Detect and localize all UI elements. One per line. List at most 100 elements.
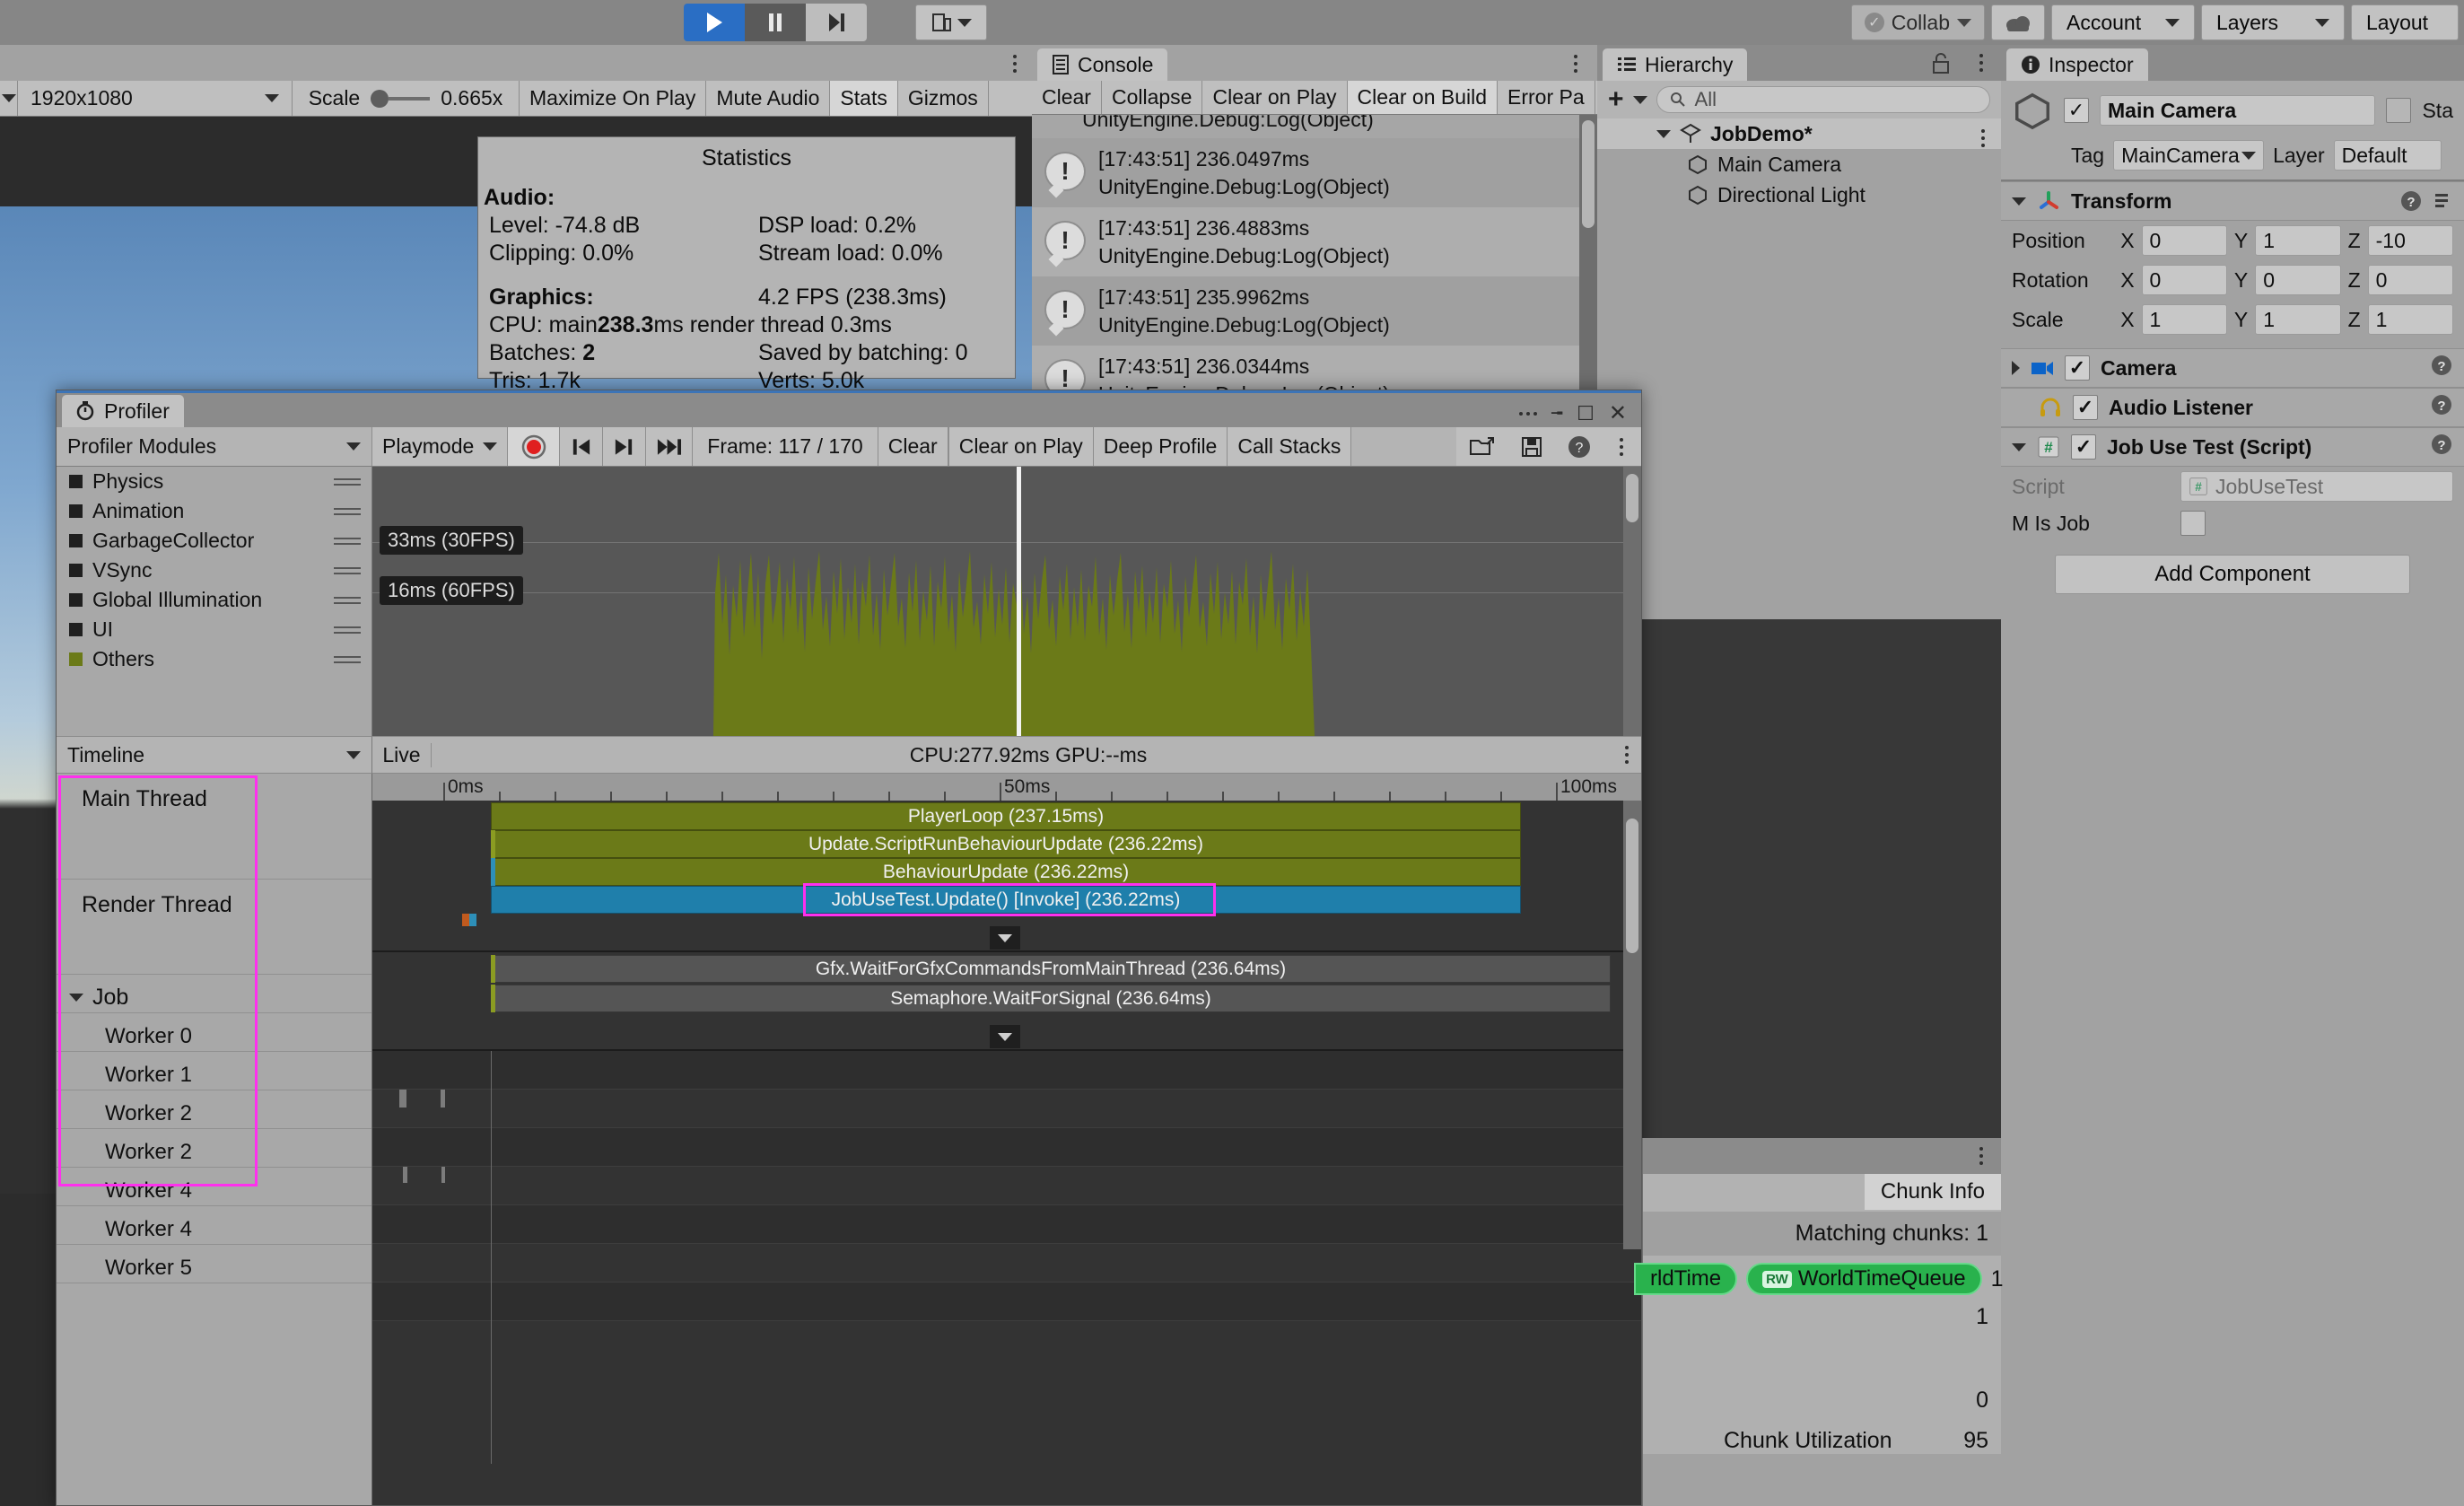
timeline-bar-gfxwait[interactable]: Gfx.WaitForGfxCommandsFromMainThread (23…: [491, 955, 1611, 983]
thread-name-worker-2b[interactable]: Worker 2: [57, 1129, 371, 1168]
layout-dropdown[interactable]: Layout: [2351, 4, 2459, 40]
module-physics[interactable]: Physics: [57, 467, 371, 496]
list-item[interactable]: ! [17:43:51] 236.0497ms UnityEngine.Debug…: [1032, 138, 1597, 207]
list-item[interactable]: ! [17:43:51] 235.9962ms UnityEngine.Debug…: [1032, 276, 1597, 346]
scale-handle[interactable]: [371, 89, 431, 108]
gizmos-button[interactable]: Gizmos: [897, 81, 989, 116]
step-button[interactable]: [806, 4, 867, 41]
tab-profiler[interactable]: Profiler: [62, 395, 184, 427]
scale-x-field[interactable]: 1: [2141, 304, 2227, 335]
timeline-row-worker-1[interactable]: [372, 1128, 1641, 1167]
component-header-camera[interactable]: ✓ Camera ?: [2001, 348, 2464, 388]
chevron-down-icon[interactable]: [2012, 197, 2026, 206]
prev-frame-button[interactable]: [603, 427, 647, 466]
live-button[interactable]: Live: [372, 742, 432, 767]
rotation-z-field[interactable]: 0: [2367, 265, 2453, 295]
console-scrollbar[interactable]: [1579, 115, 1597, 404]
module-garbagecollector[interactable]: GarbageCollector: [57, 526, 371, 556]
chevron-down-icon[interactable]: [2012, 442, 2026, 451]
chunk-component-row[interactable]: rldTime RW WorldTimeQueue 1: [1634, 1256, 2004, 1302]
scale-y-field[interactable]: 1: [2255, 304, 2341, 335]
add-component-button[interactable]: Add Component: [2055, 555, 2410, 594]
drag-handle-icon[interactable]: [334, 504, 361, 519]
drag-handle-icon[interactable]: [334, 593, 361, 608]
playmode-dropdown[interactable]: Playmode: [372, 427, 509, 466]
rotation-y-field[interactable]: 0: [2255, 265, 2341, 295]
thread-name-worker-4a[interactable]: Worker 4: [57, 1168, 371, 1206]
help-icon[interactable]: ?: [2430, 433, 2453, 456]
graph-current-frame-marker[interactable]: [1017, 467, 1021, 736]
preset-icon[interactable]: [2433, 191, 2453, 211]
thread-name-worker-2a[interactable]: Worker 2: [57, 1090, 371, 1129]
help-icon[interactable]: ?: [2430, 393, 2453, 416]
device-simulator-button[interactable]: [915, 4, 987, 40]
chevron-down-icon[interactable]: [69, 993, 83, 1002]
timeline-scrollbar[interactable]: [1623, 801, 1641, 1249]
hierarchy-menu-icon[interactable]: [1979, 54, 1983, 72]
timeline-bar-behaviourupdate[interactable]: BehaviourUpdate (236.22ms): [491, 858, 1521, 886]
scale-z-field[interactable]: 1: [2367, 304, 2453, 335]
console-collapse-button[interactable]: Collapse: [1101, 81, 1203, 114]
call-stacks-button[interactable]: Call Stacks: [1228, 427, 1352, 466]
m-is-job-checkbox[interactable]: [2180, 511, 2206, 536]
console-clear-button[interactable]: Clear: [1032, 81, 1102, 114]
component-chip-worldtimequeue[interactable]: RW WorldTimeQueue: [1746, 1263, 1982, 1295]
timeline-row-worker-5[interactable]: [372, 1321, 1641, 1360]
layer-dropdown[interactable]: Default: [2333, 140, 2442, 171]
drag-handle-icon[interactable]: [334, 475, 361, 489]
maximize-on-play-button[interactable]: Maximize On Play: [520, 81, 707, 116]
add-gameobject-button[interactable]: +: [1608, 84, 1624, 115]
timeline-bar-jobusetest-update[interactable]: JobUseTest.Update() [Invoke] (236.22ms): [491, 886, 1521, 914]
component-chip-worldtime[interactable]: rldTime: [1634, 1263, 1738, 1295]
timeline-options-icon[interactable]: [1625, 746, 1629, 764]
position-x-field[interactable]: 0: [2141, 225, 2227, 256]
resolution-dropdown[interactable]: 1920x1080: [18, 81, 293, 116]
first-frame-button[interactable]: [560, 427, 604, 466]
timeline-canvas[interactable]: PlayerLoop (237.15ms) Update.ScriptRunBe…: [372, 801, 1641, 1505]
profiler-menu-icon[interactable]: [1519, 411, 1538, 416]
layers-dropdown[interactable]: Layers: [2201, 4, 2345, 40]
tag-dropdown[interactable]: MainCamera: [2113, 140, 2265, 171]
chunk-menu-icon[interactable]: [1979, 1147, 1983, 1165]
timeline-bar-playerloop[interactable]: PlayerLoop (237.15ms): [491, 802, 1521, 830]
drag-handle-icon[interactable]: [334, 534, 361, 548]
component-header-audio-listener[interactable]: ✓ Audio Listener ?: [2001, 388, 2464, 427]
profiler-clear-button[interactable]: Clear: [878, 427, 948, 466]
profiler-options-button[interactable]: [1602, 427, 1641, 466]
component-header-job-use-test[interactable]: # ✓ Job Use Test (Script) ?: [2001, 427, 2464, 467]
tab-hierarchy[interactable]: Hierarchy: [1603, 48, 1748, 81]
profiler-view-dropdown[interactable]: Timeline: [57, 736, 372, 774]
script-enabled-checkbox[interactable]: ✓: [2071, 434, 2096, 460]
camera-enabled-checkbox[interactable]: ✓: [2065, 355, 2090, 381]
hierarchy-item-main-camera[interactable]: Main Camera: [1597, 149, 2001, 179]
scale-slider[interactable]: Scale 0.665x: [293, 81, 520, 116]
module-global-illumination[interactable]: Global Illumination: [57, 585, 371, 615]
timeline-row-worker-0[interactable]: [372, 1090, 1641, 1128]
thread-name-worker-5[interactable]: Worker 5: [57, 1245, 371, 1283]
cloud-button[interactable]: [1991, 4, 2045, 40]
collab-button[interactable]: ✓ Collab: [1850, 4, 1985, 40]
tab-console[interactable]: Console: [1037, 48, 1168, 81]
thread-name-worker-1[interactable]: Worker 1: [57, 1052, 371, 1090]
render-thread-expander[interactable]: [990, 1025, 1020, 1048]
timeline-bar-scriptrun[interactable]: Update.ScriptRunBehaviourUpdate (236.22m…: [491, 830, 1521, 858]
chevron-right-icon[interactable]: [2012, 361, 2020, 375]
game-view-menu-icon[interactable]: [1013, 55, 1017, 73]
play-button[interactable]: [684, 4, 745, 41]
record-button[interactable]: [508, 427, 561, 466]
console-error-pause-button[interactable]: Error Pa: [1498, 81, 1595, 114]
timeline-row-worker-4a[interactable]: [372, 1244, 1641, 1283]
list-item[interactable]: ! [17:43:51] 236.4883ms UnityEngine.Debug…: [1032, 207, 1597, 276]
mute-audio-button[interactable]: Mute Audio: [706, 81, 831, 116]
rotation-x-field[interactable]: 0: [2141, 265, 2227, 295]
deep-profile-button[interactable]: Deep Profile: [1093, 427, 1228, 466]
static-checkbox[interactable]: [2386, 98, 2412, 123]
close-icon[interactable]: ✕: [1609, 400, 1627, 426]
console-log-list[interactable]: UnityEngine.Debug:Log(Object) ! [17:43:5…: [1032, 115, 1597, 404]
profiler-modules-dropdown[interactable]: Profiler Modules: [57, 427, 372, 466]
help-icon[interactable]: ?: [2430, 354, 2453, 377]
hierarchy-item-menu-icon[interactable]: [1981, 129, 1985, 147]
profiler-cpu-graph[interactable]: 33ms (30FPS) 16ms (60FPS): [372, 467, 1641, 736]
aspect-dropdown-arrow[interactable]: [0, 81, 18, 116]
stats-button[interactable]: Stats: [830, 81, 898, 116]
